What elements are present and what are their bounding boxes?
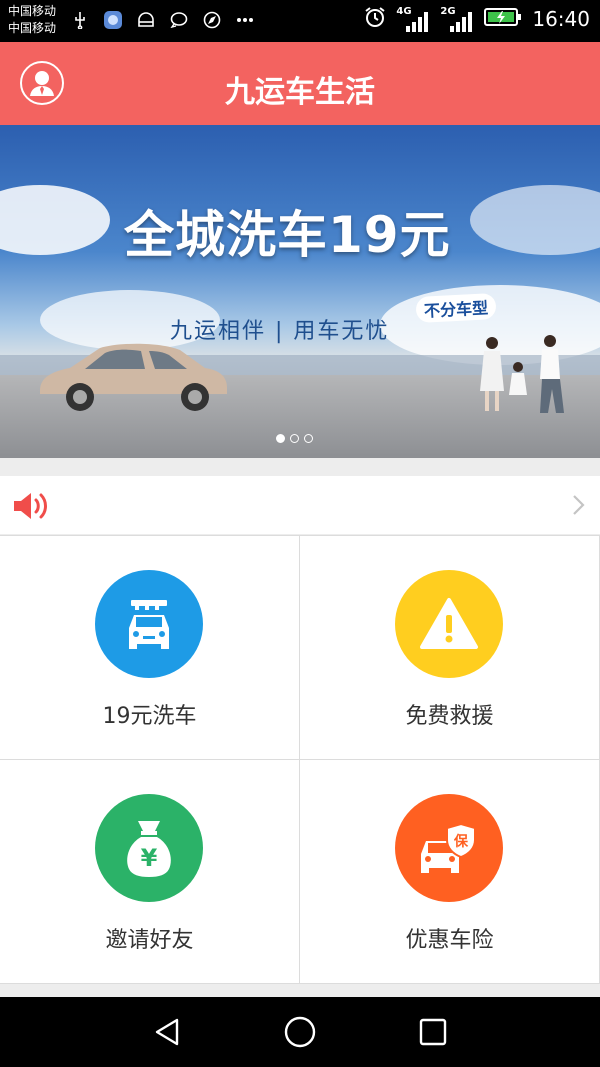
rescue-label: 免费救援 <box>405 704 494 729</box>
promo-banner[interactable]: 不分车型 全城洗车19元 九运相伴 | 用车无忧 <box>0 125 600 458</box>
app-header: 九运车生活 <box>0 42 600 125</box>
signal-icon <box>450 12 473 32</box>
car-insurance-icon: 保 <box>395 794 503 902</box>
invite-label: 邀请好友 <box>105 928 194 953</box>
recents-icon <box>419 1018 447 1046</box>
banner-slogan: 九运相伴 | 用车无忧 <box>170 319 390 344</box>
banner-tag: 不分车型 <box>415 292 497 324</box>
carousel-indicator <box>276 434 313 443</box>
car-wash-tile[interactable]: 19元洗车 <box>0 536 299 759</box>
warning-icon <box>395 570 503 678</box>
car-image <box>40 343 227 411</box>
back-button[interactable] <box>150 1015 184 1049</box>
signal-2: 2G <box>440 6 474 32</box>
more-icon <box>235 10 255 30</box>
carousel-dot[interactable] <box>276 434 285 443</box>
chat-icon <box>169 10 189 30</box>
android-icon <box>136 10 156 30</box>
alarm-icon <box>364 6 386 32</box>
speaker-icon <box>12 490 52 526</box>
back-icon <box>155 1018 179 1046</box>
app-notification-icon <box>103 10 123 30</box>
insurance-tile[interactable]: 保 优惠车险 <box>300 760 599 983</box>
status-bar: 中国移动 中国移动 4G 2G 16:40 <box>0 0 600 42</box>
compass-icon <box>202 10 222 30</box>
carrier-2: 中国移动 <box>8 21 57 35</box>
signal-1: 4G <box>396 6 430 32</box>
family-image <box>480 335 564 413</box>
carrier-info: 中国移动 中国移动 <box>8 3 56 37</box>
carrier-1: 中国移动 <box>8 4 57 18</box>
status-right: 4G 2G 16:40 <box>364 6 590 32</box>
insurance-label: 优惠车险 <box>405 928 494 953</box>
home-icon <box>284 1016 316 1048</box>
cloud-shape <box>0 185 110 255</box>
invite-tile[interactable]: ¥ 邀请好友 <box>0 760 299 983</box>
recents-button[interactable] <box>416 1015 450 1049</box>
grid-divider <box>0 983 600 984</box>
system-nav-bar <box>0 997 600 1067</box>
usb-icon <box>70 10 90 30</box>
app-screen: 中国移动 中国移动 4G 2G 16:40 九运车生活 不分车型 全城洗车19元… <box>0 0 600 1067</box>
svg-text:¥: ¥ <box>141 844 158 872</box>
car-wash-icon <box>95 570 203 678</box>
chevron-right-icon[interactable] <box>572 494 586 520</box>
car-wash-label: 19元洗车 <box>102 704 197 729</box>
rescue-tile[interactable]: 免费救援 <box>300 536 599 759</box>
banner-headline: 全城洗车19元 <box>124 206 451 264</box>
battery-icon <box>484 7 522 31</box>
notification-icons <box>70 10 255 30</box>
home-button[interactable] <box>283 1015 317 1049</box>
notice-bar[interactable] <box>0 476 600 534</box>
svg-text:保: 保 <box>453 833 469 850</box>
cloud-shape <box>470 185 600 255</box>
carousel-dot[interactable] <box>290 434 299 443</box>
page-title: 九运车生活 <box>225 75 375 110</box>
signal-icon <box>406 12 429 32</box>
carousel-dot[interactable] <box>304 434 313 443</box>
clock: 16:40 <box>532 7 590 31</box>
feature-grid: 19元洗车 免费救援 ¥ 邀请好友 保 优惠车险 <box>0 535 600 984</box>
money-bag-icon: ¥ <box>95 794 203 902</box>
